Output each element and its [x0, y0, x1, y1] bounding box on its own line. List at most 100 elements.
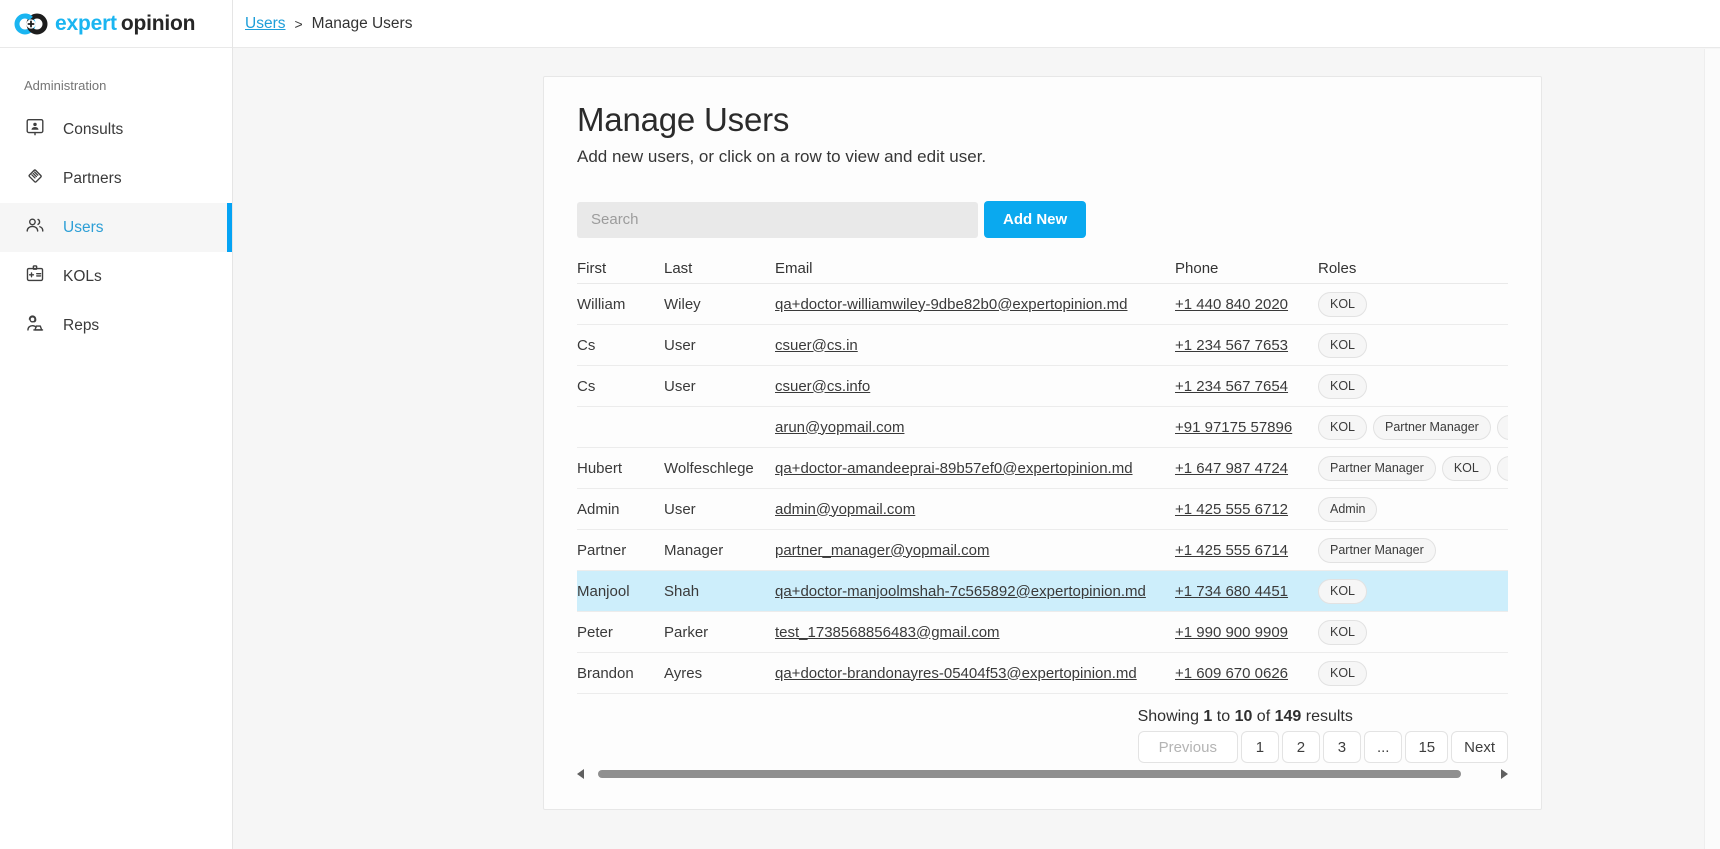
users-icon	[24, 214, 46, 241]
cell-roles: KOLPartner ManagerAdmin	[1318, 415, 1508, 440]
page-button-1[interactable]: 1	[1241, 731, 1279, 763]
logo[interactable]: expertopinion	[0, 0, 232, 48]
cell-first: Manjool	[577, 583, 664, 600]
phone-link[interactable]: +1 734 680 4451	[1175, 583, 1288, 600]
users-table: First Last Email Phone Roles William Wil…	[577, 254, 1508, 694]
cell-first: Cs	[577, 337, 664, 354]
toolbar: Add New	[577, 201, 1508, 238]
column-header-first: First	[577, 260, 664, 277]
table-row[interactable]: William Wiley qa+doctor-williamwiley-9db…	[577, 284, 1508, 325]
email-link[interactable]: qa+doctor-brandonayres-05404f53@expertop…	[775, 665, 1137, 682]
role-badge: Admin	[1497, 415, 1508, 440]
sidebar-item-users[interactable]: Users	[0, 203, 232, 252]
cell-last: Wiley	[664, 296, 775, 313]
sidebar-item-partners[interactable]: Partners	[0, 154, 232, 203]
email-link[interactable]: admin@yopmail.com	[775, 501, 915, 518]
scrollbar-thumb[interactable]	[598, 770, 1461, 778]
role-badge: KOL	[1318, 661, 1367, 686]
sidebar-item-kols[interactable]: KOLs	[0, 252, 232, 301]
brand-word-expert: expert	[55, 12, 117, 35]
breadcrumb-link-users[interactable]: Users	[245, 15, 285, 33]
page-button-15[interactable]: 15	[1405, 731, 1448, 763]
page-button-next[interactable]: Next	[1451, 731, 1508, 763]
cell-roles: KOL	[1318, 374, 1508, 399]
role-badge: KOL	[1442, 456, 1491, 481]
sidebar-item-label: Users	[63, 219, 103, 237]
search-input[interactable]	[577, 202, 978, 238]
page-button-3[interactable]: 3	[1323, 731, 1361, 763]
phone-link[interactable]: +1 425 555 6712	[1175, 501, 1288, 518]
table-row[interactable]: Cs User csuer@cs.info +1 234 567 7654 KO…	[577, 366, 1508, 407]
role-badge: KOL	[1318, 620, 1367, 645]
cell-first: Partner	[577, 542, 664, 559]
horizontal-scrollbar[interactable]	[577, 769, 1508, 779]
sidebar-item-consults[interactable]: Consults	[0, 105, 232, 154]
add-new-button[interactable]: Add New	[984, 201, 1086, 238]
role-badge: Admin	[1318, 497, 1377, 522]
phone-link[interactable]: +1 234 567 7653	[1175, 337, 1288, 354]
role-badge: Partner Manager	[1318, 538, 1436, 563]
phone-link[interactable]: +1 440 840 2020	[1175, 296, 1288, 313]
table-row[interactable]: Cs User csuer@cs.in +1 234 567 7653 KOL	[577, 325, 1508, 366]
table-row[interactable]: Manjool Shah qa+doctor-manjoolmshah-7c56…	[577, 571, 1508, 612]
table-row[interactable]: Peter Parker test_1738568856483@gmail.co…	[577, 612, 1508, 653]
pagination: Previous123...15Next	[1138, 731, 1508, 763]
phone-link[interactable]: +1 425 555 6714	[1175, 542, 1288, 559]
cell-last: Manager	[664, 542, 775, 559]
scroll-right-icon[interactable]	[1501, 769, 1508, 779]
email-link[interactable]: test_1738568856483@gmail.com	[775, 624, 1000, 641]
role-badge: KOL	[1318, 292, 1367, 317]
partners-icon	[24, 165, 46, 192]
column-header-phone: Phone	[1175, 260, 1318, 277]
role-badge: Partner Manager	[1318, 456, 1436, 481]
cell-roles: Partner ManagerKOLAdmin	[1318, 456, 1508, 481]
cell-first: William	[577, 296, 664, 313]
page-button-ellipsis[interactable]: ...	[1364, 731, 1403, 763]
phone-link[interactable]: +1 234 567 7654	[1175, 378, 1288, 395]
phone-link[interactable]: +91 97175 57896	[1175, 419, 1292, 436]
page-button-2[interactable]: 2	[1282, 731, 1320, 763]
sidebar-nav: Administration Consults Partners	[0, 48, 232, 350]
page-subtitle: Add new users, or click on a row to view…	[577, 147, 1508, 167]
cell-first: Brandon	[577, 665, 664, 682]
table-row[interactable]: Partner Manager partner_manager@yopmail.…	[577, 530, 1508, 571]
phone-link[interactable]: +1 990 900 9909	[1175, 624, 1288, 641]
email-link[interactable]: partner_manager@yopmail.com	[775, 542, 990, 559]
cell-roles: KOL	[1318, 292, 1508, 317]
sidebar-section-label: Administration	[0, 78, 232, 93]
results-summary: Showing 1 to 10 of 149 results	[1138, 708, 1508, 726]
sidebar-item-reps[interactable]: Reps	[0, 301, 232, 350]
table-row[interactable]: Hubert Wolfeschlege qa+doctor-amandeepra…	[577, 448, 1508, 489]
main-area: Manage Users Add new users, or click on …	[233, 48, 1720, 849]
table-footer: Showing 1 to 10 of 149 results Previous1…	[1138, 708, 1508, 763]
table-row[interactable]: Brandon Ayres qa+doctor-brandonayres-054…	[577, 653, 1508, 694]
page-scrollbar[interactable]	[1704, 49, 1720, 849]
email-link[interactable]: qa+doctor-williamwiley-9dbe82b0@expertop…	[775, 296, 1128, 313]
sidebar: expertopinion Administration Consults	[0, 0, 233, 849]
table-body: William Wiley qa+doctor-williamwiley-9db…	[577, 284, 1508, 694]
email-link[interactable]: csuer@cs.info	[775, 378, 870, 395]
email-link[interactable]: arun@yopmail.com	[775, 419, 904, 436]
role-badge: Partner Manager	[1373, 415, 1491, 440]
cell-first: Admin	[577, 501, 664, 518]
reps-icon	[24, 312, 46, 339]
table-row[interactable]: arun@yopmail.com +91 97175 57896 KOLPart…	[577, 407, 1508, 448]
cell-roles: Partner Manager	[1318, 538, 1508, 563]
breadcrumb-separator: >	[294, 16, 302, 32]
column-header-last: Last	[664, 260, 775, 277]
scroll-left-icon[interactable]	[577, 769, 584, 779]
cell-roles: Admin	[1318, 497, 1508, 522]
cell-last: Ayres	[664, 665, 775, 682]
table-row[interactable]: Admin User admin@yopmail.com +1 425 555 …	[577, 489, 1508, 530]
sidebar-item-label: KOLs	[63, 268, 102, 286]
phone-link[interactable]: +1 647 987 4724	[1175, 460, 1288, 477]
page-button-previous[interactable]: Previous	[1138, 731, 1238, 763]
email-link[interactable]: qa+doctor-manjoolmshah-7c565892@expertop…	[775, 583, 1146, 600]
manage-users-card: Manage Users Add new users, or click on …	[543, 76, 1542, 810]
email-link[interactable]: csuer@cs.in	[775, 337, 858, 354]
scrollbar-track[interactable]	[590, 770, 1495, 778]
phone-link[interactable]: +1 609 670 0626	[1175, 665, 1288, 682]
cell-last: User	[664, 337, 775, 354]
cell-roles: KOL	[1318, 333, 1508, 358]
email-link[interactable]: qa+doctor-amandeeprai-89b57ef0@expertopi…	[775, 460, 1133, 477]
